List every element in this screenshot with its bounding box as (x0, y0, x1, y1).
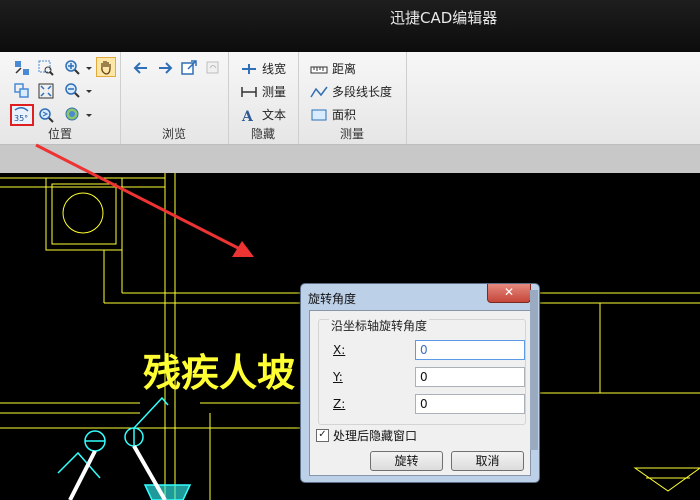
tool-label: 线宽 (262, 62, 287, 76)
refresh-icon (204, 59, 222, 77)
group-label: 沿坐标轴旋转角度 (329, 317, 430, 334)
rotate-angle-dialog: 旋转角度 ✕ 沿坐标轴旋转角度 X: Y: Z: ✓ 处理后隐藏窗口 旋转 取消 (300, 283, 540, 483)
chevron-down-icon[interactable] (80, 59, 92, 77)
export-icon[interactable] (180, 59, 198, 77)
hide-window-checkbox-row[interactable]: ✓ 处理后隐藏窗口 (316, 427, 417, 444)
z-angle-input[interactable] (415, 394, 525, 414)
ribbon-toolbar: 35° 位置 浏览 线宽 测量 A 文本 隐藏 距离 多段线长度 面积 测量 (0, 52, 700, 145)
dialog-body: 沿坐标轴旋转角度 X: Y: Z: ✓ 处理后隐藏窗口 旋转 取消 (309, 310, 531, 476)
line-width-icon (242, 63, 256, 74)
hide-window-checkbox[interactable]: ✓ (316, 429, 329, 442)
copy-view-icon[interactable] (13, 82, 31, 100)
dialog-close-button[interactable]: ✕ (487, 284, 531, 303)
cancel-button[interactable]: 取消 (451, 451, 524, 471)
chevron-down-icon[interactable] (80, 106, 92, 124)
tool-measure-dim[interactable]: 测量 (240, 83, 286, 100)
field-label-x: X: (333, 343, 346, 357)
tool-distance[interactable]: 距离 (310, 60, 356, 77)
checkbox-label: 处理后隐藏窗口 (333, 429, 418, 443)
axis-rotation-group: 沿坐标轴旋转角度 X: Y: Z: (318, 317, 526, 425)
y-angle-input[interactable] (415, 367, 525, 387)
tool-label: 面积 (332, 108, 357, 122)
tool-label: 文本 (262, 108, 287, 122)
group-label-measure: 测量 (339, 127, 364, 141)
tool-label: 测量 (262, 85, 287, 99)
app-title: 迅捷CAD编辑器 (390, 9, 498, 27)
arrow-left-icon[interactable] (132, 59, 150, 77)
tab-band (0, 145, 700, 173)
group-label-browse: 浏览 (161, 127, 186, 141)
hand-pan-icon[interactable] (96, 57, 116, 77)
tool-text[interactable]: A 文本 (240, 106, 286, 123)
group-label-position: 位置 (47, 127, 72, 141)
rotate-view-icon[interactable]: 35° (10, 104, 34, 126)
group-label-hide: 隐藏 (250, 127, 275, 141)
tool-polyline-length[interactable]: 多段线长度 (310, 83, 392, 100)
zoom-window-icon[interactable] (37, 59, 55, 77)
x-angle-input[interactable] (415, 340, 525, 360)
dimension-icon (241, 86, 257, 97)
scrollbar[interactable] (530, 290, 538, 450)
zoom-previous-icon[interactable] (37, 106, 55, 124)
pan-left-icon[interactable] (13, 59, 31, 77)
area-icon (311, 109, 327, 120)
rotate-button[interactable]: 旋转 (370, 451, 443, 471)
tool-label: 多段线长度 (332, 85, 393, 99)
title-bar: 迅捷CAD编辑器 (0, 0, 700, 52)
field-label-y: Y: (333, 370, 343, 384)
rotate-icon-text: 35° (14, 114, 28, 123)
ribbon-group-position: 35° 位置 (0, 52, 121, 144)
zoom-extents-icon[interactable] (37, 82, 55, 100)
dialog-title: 旋转角度 (308, 292, 357, 306)
ribbon-group-measure: 距离 多段线长度 面积 测量 (298, 52, 407, 144)
chevron-down-icon[interactable] (80, 82, 92, 100)
text-icon: A (241, 109, 254, 122)
arrow-right-icon[interactable] (156, 59, 174, 77)
polyline-icon (310, 86, 328, 97)
tool-line-width[interactable]: 线宽 (240, 60, 286, 77)
ribbon-group-hide: 线宽 测量 A 文本 隐藏 (228, 52, 299, 144)
field-label-z: Z: (333, 397, 346, 411)
ruler-icon (310, 66, 328, 73)
tool-area[interactable]: 面积 (310, 106, 356, 123)
svg-text:A: A (241, 109, 254, 122)
ribbon-group-browse: 浏览 (120, 52, 229, 144)
tool-label: 距离 (332, 62, 357, 76)
drawing-label-text: 残疾人坡 (143, 351, 295, 395)
